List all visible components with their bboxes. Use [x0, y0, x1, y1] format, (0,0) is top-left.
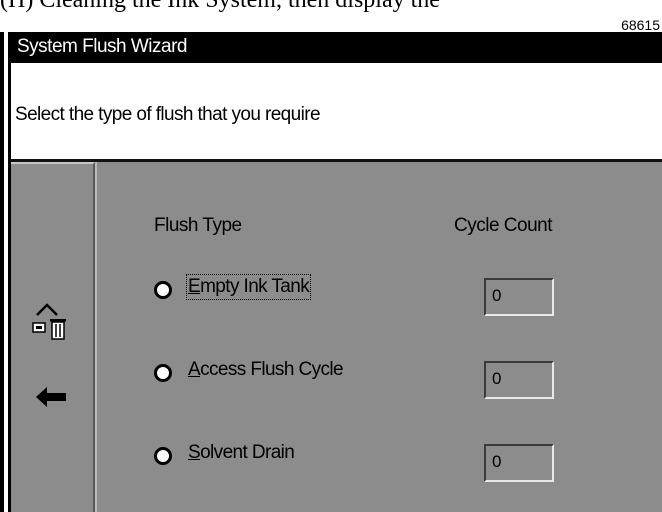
mnemonic-e: E: [188, 276, 201, 297]
back-arrow-icon[interactable]: [35, 386, 67, 408]
cycle-count-solvent-drain[interactable]: 0: [484, 444, 554, 482]
system-flush-wizard-window: System Flush Wizard Select the type of f…: [0, 32, 662, 512]
clipped-text-line: (H) Cleaning the Ink System, then displa…: [0, 0, 440, 13]
label-empty-ink-tank[interactable]: Empty Ink Tank: [185, 274, 312, 300]
prompt-area: Select the type of flush that you requir…: [11, 63, 662, 162]
radio-solvent-drain[interactable]: [154, 447, 172, 465]
cycle-count-header: Cycle Count: [454, 215, 553, 236]
mnemonic-s: S: [188, 442, 201, 463]
cycle-count-access-flush-cycle[interactable]: 0: [484, 361, 554, 399]
label-rest: mpty Ink Tank: [200, 276, 310, 297]
wizard-body: Flush Type Cycle Count Empty Ink Tank 0 …: [11, 162, 662, 512]
window-title: System Flush Wizard: [11, 32, 662, 63]
prompt-text: Select the type of flush that you requir…: [15, 104, 321, 125]
mnemonic-a: A: [188, 359, 201, 380]
cycle-count-empty-ink-tank[interactable]: 0: [484, 278, 554, 316]
label-solvent-drain[interactable]: Solvent Drain: [188, 442, 295, 464]
clipped-document-text: (H) Cleaning the Ink System, then displa…: [0, 0, 662, 22]
label-rest: ccess Flush Cycle: [200, 359, 344, 380]
side-panel-edge: [95, 162, 97, 512]
figure-number: 68615: [621, 17, 660, 33]
label-access-flush-cycle[interactable]: Access Flush Cycle: [188, 359, 344, 381]
radio-empty-ink-tank[interactable]: [154, 281, 172, 299]
radio-access-flush-cycle[interactable]: [154, 364, 172, 382]
label-rest: olvent Drain: [200, 442, 295, 463]
flush-tank-icon[interactable]: [29, 301, 77, 341]
flush-type-header: Flush Type: [154, 215, 242, 236]
